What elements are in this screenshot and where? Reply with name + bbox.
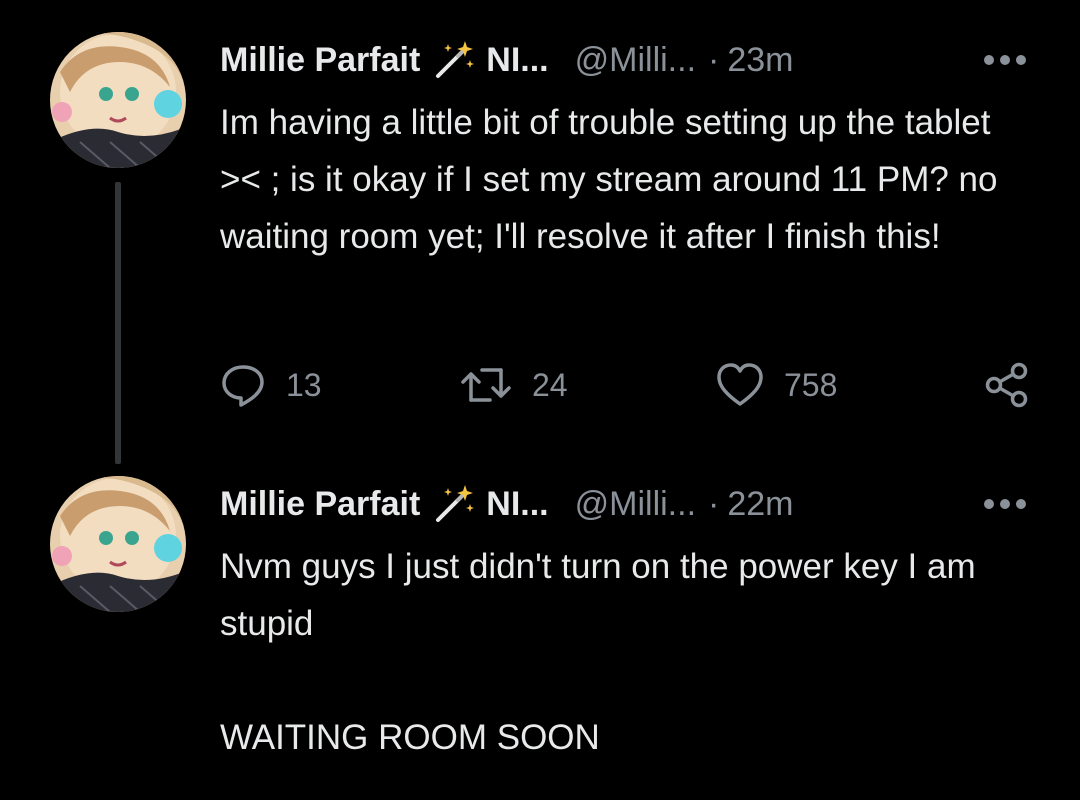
timestamp[interactable]: 22m	[727, 485, 793, 524]
reply-count: 13	[286, 366, 322, 403]
reply-button[interactable]: 13	[220, 360, 322, 410]
separator-dot: ·	[708, 40, 720, 79]
like-count: 758	[784, 366, 838, 403]
tweet-1[interactable]: Millie Parfait NI... @Milli... · 23m Im …	[0, 0, 1080, 470]
retweet-icon	[461, 368, 511, 402]
tweet-actions: 13 24 758	[220, 360, 1030, 410]
separator-dot: ·	[708, 484, 720, 523]
retweet-button[interactable]: 24	[460, 360, 568, 410]
user-handle[interactable]: @Milli...	[575, 485, 696, 524]
avatar[interactable]	[50, 32, 186, 168]
more-options-icon[interactable]	[982, 52, 1028, 68]
display-name[interactable]: Millie Parfait	[220, 485, 420, 524]
user-handle[interactable]: @Milli...	[575, 41, 696, 80]
tweet-header: Millie Parfait NI... @Milli... · 23m	[220, 38, 793, 82]
display-name[interactable]: Millie Parfait	[220, 41, 420, 80]
magic-wand-icon	[432, 482, 476, 526]
display-name-truncated[interactable]: NI...	[486, 485, 548, 524]
tweet-2[interactable]: Millie Parfait NI... @Milli... · 22m Nvm…	[0, 470, 1080, 800]
like-icon	[717, 363, 763, 406]
magic-wand-icon	[432, 38, 476, 82]
tweet-text: Im having a little bit of trouble settin…	[220, 103, 1008, 256]
avatar[interactable]	[50, 476, 186, 612]
thread-connector-line	[115, 182, 121, 464]
tweet-text: Nvm guys I just didn't turn on the power…	[220, 547, 976, 757]
retweet-count: 24	[532, 366, 568, 403]
share-button[interactable]	[984, 360, 1050, 410]
tweet-header: Millie Parfait NI... @Milli... · 22m	[220, 482, 793, 526]
like-button[interactable]: 758	[716, 360, 837, 410]
more-options-icon[interactable]	[982, 496, 1028, 512]
share-icon	[985, 362, 1028, 408]
display-name-truncated[interactable]: NI...	[486, 41, 548, 80]
reply-icon	[222, 365, 264, 407]
timestamp[interactable]: 23m	[727, 41, 793, 80]
